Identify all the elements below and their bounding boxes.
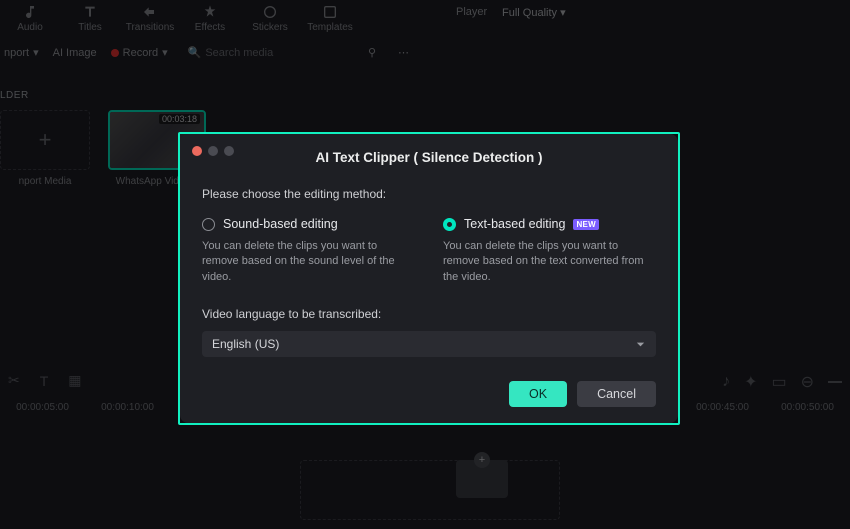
marker-icon[interactable]: ▭ [771,372,786,392]
toolbar-label: Titles [78,22,102,33]
templates-icon [322,4,338,20]
adjust-icon[interactable]: ✦ [744,372,757,392]
effects-icon [202,4,218,20]
editing-methods: Sound-based editing You can delete the c… [202,217,656,285]
dialog-highlight-border: AI Text Clipper ( Silence Detection ) Pl… [178,132,680,425]
transitions-icon [142,4,158,20]
dialog-prompt: Please choose the editing method: [202,187,656,201]
timeline-drop-zone[interactable] [300,460,560,520]
language-label: Video language to be transcribed: [202,307,656,321]
import-dropdown[interactable]: nport ▾ [4,46,39,59]
cancel-button[interactable]: Cancel [577,381,656,407]
dialog-title: AI Text Clipper ( Silence Detection ) [202,150,656,165]
ai-text-clipper-dialog: AI Text Clipper ( Silence Detection ) Pl… [180,134,678,423]
maximize-icon[interactable] [224,146,234,156]
add-media-icon[interactable]: + [474,452,490,468]
language-select[interactable]: English (US) [202,331,656,357]
music-icon [22,4,38,20]
close-icon[interactable] [192,146,202,156]
toolbar-effects[interactable]: Effects [180,4,240,33]
zoom-out-icon[interactable]: ⊖ [801,372,814,392]
quality-dropdown[interactable]: Full Quality ▾ [502,6,566,19]
chevron-down-icon: ▾ [33,46,39,59]
toolbar-transitions[interactable]: Transitions [120,4,180,33]
toolbar-label: Stickers [252,22,288,33]
media-bin: nport Media 00:03:18 WhatsApp Video 2 [0,110,206,187]
toolbar-stickers[interactable]: Stickers [240,4,300,33]
ai-image-button[interactable]: AI Image [53,47,97,59]
toolbar-label: Templates [307,22,353,33]
toolbar-label: Transitions [126,22,175,33]
record-dropdown[interactable]: Record ▾ [111,46,168,59]
method-text[interactable]: Text-based editing NEW You can delete th… [443,217,656,285]
new-badge: NEW [573,219,599,230]
secondary-toolbar: nport ▾ AI Image Record ▾ 🔍 Search media… [0,46,273,59]
crop-icon[interactable]: ▦ [68,372,81,389]
chevron-down-icon [635,339,646,350]
method-desc: You can delete the clips you want to rem… [202,239,415,285]
titles-icon [82,4,98,20]
toolbar-audio[interactable]: Audio [0,4,60,33]
folder-heading: LDER [0,90,29,101]
zoom-slider[interactable] [828,381,842,383]
main-toolbar: Audio Titles Transitions Effects Sticker… [0,0,850,38]
window-controls [192,146,234,156]
toolbar-label: Audio [17,22,43,33]
method-sound[interactable]: Sound-based editing You can delete the c… [202,217,415,285]
toolbar-label: Effects [195,22,225,33]
cut-icon[interactable]: ✂ [8,372,20,389]
search-input[interactable]: 🔍 Search media [188,46,274,59]
method-label: Text-based editing [464,217,565,231]
player-label: Player [456,6,487,18]
more-icon[interactable]: ⋯ [398,46,409,59]
text-tool-icon[interactable]: T [40,373,49,389]
stickers-icon [262,4,278,20]
filter-icon[interactable]: ⚲ [368,46,376,59]
import-media-tile[interactable]: nport Media [0,110,90,187]
tile-label: nport Media [19,176,72,187]
method-label: Sound-based editing [223,217,338,231]
method-desc: You can delete the clips you want to rem… [443,239,656,285]
radio-unselected-icon[interactable] [202,218,215,231]
audio-icon[interactable]: ♪ [722,373,730,391]
radio-selected-icon[interactable] [443,218,456,231]
ok-button[interactable]: OK [509,381,567,407]
toolbar-titles[interactable]: Titles [60,4,120,33]
toolbar-templates[interactable]: Templates [300,4,360,33]
language-value: English (US) [212,337,279,351]
plus-icon [0,110,90,170]
minimize-icon[interactable] [208,146,218,156]
chevron-down-icon: ▾ [162,46,168,59]
dialog-buttons: OK Cancel [202,381,656,407]
clip-duration: 00:03:18 [159,114,200,124]
record-icon [111,49,119,57]
